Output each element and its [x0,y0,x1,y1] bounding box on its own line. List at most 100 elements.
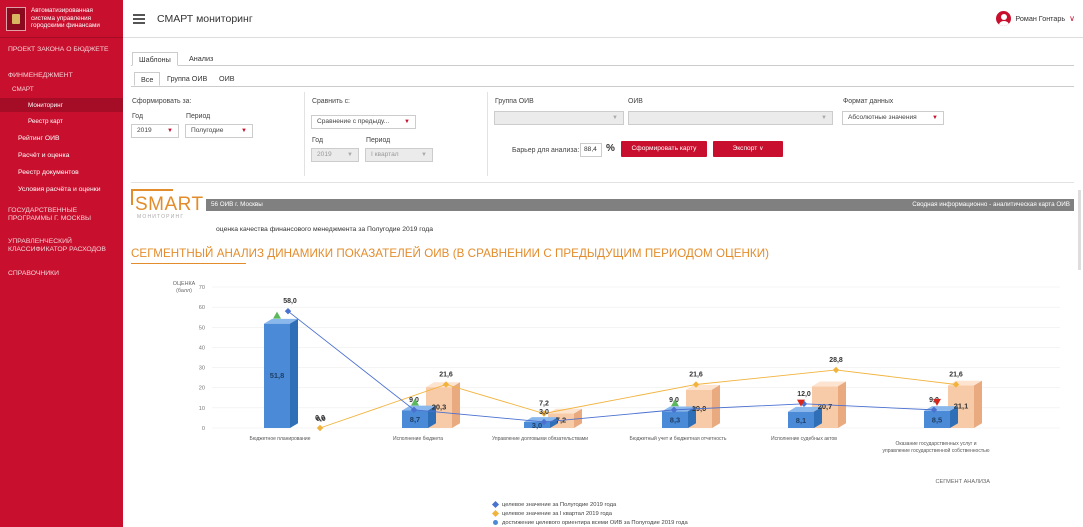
sidebar-item-card-registry[interactable]: Реестр карт [0,114,123,128]
sidebar-item-calculation[interactable]: Расчёт и оценка [0,148,123,162]
sidebar-item-label: Мониторинг [28,101,63,109]
compare-label: Сравнить с: [312,98,350,105]
blue-bar-value-label: 8,3 [670,416,680,425]
compare-period-select[interactable]: I квартал ▼ [365,148,433,162]
logo-line-3: городскими финансами [31,22,100,30]
app-logo[interactable]: Автоматизированная система управления го… [0,0,123,38]
export-button-label: Экспорт [732,145,758,152]
caret-down-icon: ▼ [241,128,247,134]
y-tick-label: 10 [199,406,205,412]
category-label: Бюджетное планирование [249,436,310,442]
period-select-value: Полугодие [191,127,224,134]
sidebar-item-conditions[interactable]: Условия расчёта и оценки [0,182,123,196]
sidebar-item-label: УПРАВЛЕНЧЕСКИЙ КЛАССИФИКАТОР РАСХОДОВ [8,238,106,253]
sidebar-item-label: СПРАВОЧНИКИ [8,270,60,277]
generate-map-button[interactable]: Сформировать карту [621,141,707,157]
year-select[interactable]: 2019 ▼ [131,124,179,138]
barrier-label: Барьер для анализа: [512,147,580,154]
legend-item-current-target: целевое значение за Полугодие 2019 года [491,500,616,509]
tab-oiv[interactable]: ОИВ [213,72,241,86]
previous-target-value-label: 21,6 [439,371,453,378]
y-axis-label: ОЦЕНКА [173,281,196,287]
caret-down-icon: ▼ [612,115,618,121]
peach-bar-value-label: 21,1 [954,402,969,411]
caret-down-icon: ▼ [404,119,410,125]
previous-target-point [316,424,324,432]
sidebar-item-label: Условия расчёта и оценки [18,185,101,193]
diamond-marker-icon [491,509,500,518]
legend-item-previous-target: целевое значение за I квартал 2019 года [491,509,613,518]
sidebar-item-oiv-rating[interactable]: Рейтинг ОИВ [0,131,123,145]
user-avatar-icon [996,11,1012,26]
export-button[interactable]: Экспорт ∨ [713,141,783,157]
oiv-group-select[interactable]: ▼ [494,111,624,125]
caret-down-icon: ▼ [821,115,827,121]
map-type-text: Сводная информационно - аналитическая ка… [912,201,1070,208]
sidebar-item-finmanagement[interactable]: ФИНМЕНЕДЖМЕНТ [0,70,123,82]
tab-templates[interactable]: Шаблоны [132,52,178,66]
category-label: Управление долговыми обязательствами [492,436,588,442]
legend-item-achievement: достижение целевого ориентира всеми ОИВ … [493,520,688,526]
sidebar-item-smart[interactable]: СМАРТ [0,84,123,96]
previous-target-value-label: 28,8 [829,357,843,364]
oiv-select[interactable]: ▼ [628,111,833,125]
info-band: 56 ОИВ г. Москвы Сводная информационно -… [206,199,1074,211]
sidebar-item-label: ГОСУДАРСТВЕННЫЕ ПРОГРАММЫ Г. МОСКВЫ [8,207,92,222]
year-label: Год [132,113,143,120]
oiv-group-label: Группа ОИВ [495,98,534,105]
blue-bar-value-label: 51,8 [270,371,285,380]
tab-oiv-group[interactable]: Группа ОИВ [161,72,213,86]
compare-year-label: Год [312,137,323,144]
caret-down-icon: ▼ [932,115,938,121]
chevron-down-icon: ∨ [759,146,764,152]
logo-line-2: система управления [31,14,92,22]
smart-logo: SMART МОНИТОРИНГ [131,189,206,231]
category-label: управление государственной собственность… [883,447,990,454]
app-window: { "sidebar": { "logo_lines": ["Автоматиз… [0,0,1083,527]
compare-select[interactable]: Сравнение с предыду... ▼ [311,115,416,129]
compare-year-select[interactable]: 2019 ▼ [311,148,359,162]
sidebar-item-monitoring[interactable]: Мониторинг [0,98,123,112]
user-menu[interactable]: Роман Гонтарь ∨ [996,11,1075,26]
assessment-subtitle: оценка качества финансового менеджмента … [216,226,433,233]
tab-analysis[interactable]: Анализ [183,52,219,66]
current-target-value-label: 58,0 [283,298,297,305]
peach-bar-value-label: 20,7 [818,402,833,411]
logo-line-1: Автоматизированная [31,7,93,15]
peach-bar-side [452,382,460,428]
compare-period-label: Период [366,137,391,144]
legend-label: целевое значение за I квартал 2019 года [502,511,613,518]
blue-bar-side [290,318,298,428]
logo-subtitle: МОНИТОРИНГ [137,214,185,220]
scrollbar[interactable] [1078,190,1081,270]
peach-bar-side [838,381,846,428]
percent-sign: % [606,143,615,154]
diamond-marker-icon [491,500,500,509]
sidebar-item-state-programs[interactable]: ГОСУДАРСТВЕННЫЕ ПРОГРАММЫ Г. МОСКВЫ [0,206,123,224]
data-format-select[interactable]: Абсолютные значения ▼ [842,111,944,125]
y-tick-label: 0 [202,426,205,432]
barrier-input[interactable]: 88,4 [580,143,602,157]
current-target-value-label: 12,0 [797,391,811,398]
compare-year-value: 2019 [317,151,332,158]
data-format-label: Формат данных [843,98,894,105]
period-select[interactable]: Полугодие ▼ [185,124,253,138]
category-label: Оказание государственных услуг и [895,441,976,447]
hamburger-menu-icon[interactable] [133,13,145,24]
sidebar-item-expense-classifier[interactable]: УПРАВЛЕНЧЕСКИЙ КЛАССИФИКАТОР РАСХОДОВ [0,237,123,255]
category-label: Исполнение судебных актов [771,436,837,442]
compare-period-value: I квартал [371,151,399,158]
tab-all[interactable]: Все [134,72,161,86]
sidebar-item-document-registry[interactable]: Реестр документов [0,165,123,179]
previous-target-value-label: 0,0 [315,415,325,422]
y-tick-label: 30 [199,366,205,372]
oiv-count-text: 56 ОИВ г. Москвы [211,201,263,208]
period-label: Период [186,113,211,120]
subtabs-divider [131,86,1074,87]
peach-bar-side [712,384,720,428]
chart-section-title: СЕГМЕНТНЫЙ АНАЛИЗ ДИНАМИКИ ПОКАЗАТЕЛЕЙ О… [131,247,770,260]
blue-bar-value-label: 8,1 [796,416,806,425]
sidebar-item-budget-law[interactable]: ПРОЕКТ ЗАКОНА О БЮДЖЕТЕ [0,44,123,56]
sidebar-item-label: Реестр документов [18,168,79,176]
sidebar-item-references[interactable]: СПРАВОЧНИКИ [0,268,123,280]
